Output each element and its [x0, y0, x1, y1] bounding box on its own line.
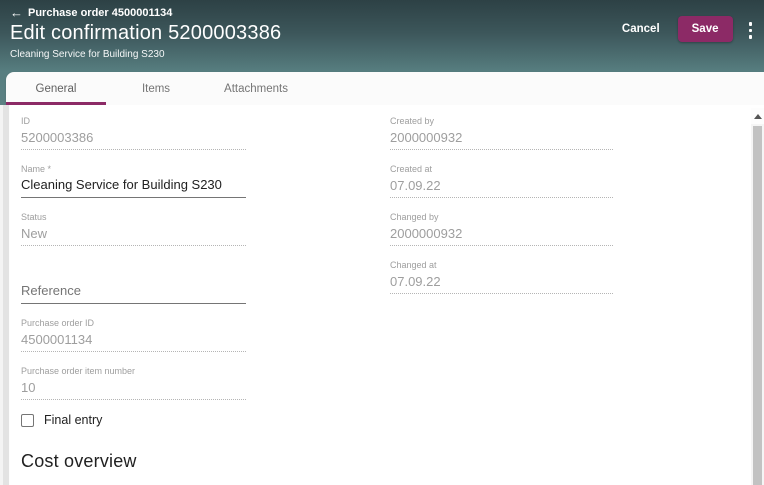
- back-arrow-icon: ←: [10, 6, 23, 19]
- header-titles: ← Purchase order 4500001134 Edit confirm…: [10, 6, 281, 72]
- reference-field: [21, 268, 246, 304]
- changed-at-value: 07.09.22: [390, 272, 613, 293]
- id-field-label: ID: [21, 115, 246, 128]
- scroll-up-button[interactable]: [751, 108, 764, 124]
- tab-general[interactable]: General: [6, 72, 106, 105]
- tab-items-label: Items: [142, 83, 170, 95]
- final-entry-checkbox[interactable]: [21, 414, 34, 427]
- created-by-field: Created by 2000000932: [390, 115, 613, 150]
- tab-items[interactable]: Items: [106, 72, 206, 105]
- created-at-value: 07.09.22: [390, 176, 613, 197]
- name-input[interactable]: [21, 176, 246, 197]
- purchase-order-id-field: Purchase order ID 4500001134: [21, 317, 246, 352]
- general-form-panel: ID 5200003386 Name * Status New: [10, 105, 764, 485]
- id-field-value: 5200003386: [21, 128, 246, 149]
- tab-attachments[interactable]: Attachments: [206, 72, 306, 105]
- app-window: ← Purchase order 4500001134 Edit confirm…: [0, 0, 764, 485]
- final-entry-label: Final entry: [44, 413, 102, 427]
- purchase-order-item-number-field: Purchase order item number 10: [21, 365, 246, 400]
- back-nav[interactable]: ← Purchase order 4500001134: [10, 6, 281, 19]
- form-column-left: ID 5200003386 Name * Status New: [21, 115, 246, 485]
- name-field-label: Name *: [21, 163, 246, 176]
- changed-at-field: Changed at 07.09.22: [390, 259, 613, 294]
- content-area: ID 5200003386 Name * Status New: [0, 105, 764, 485]
- vertical-scrollbar[interactable]: [751, 108, 764, 485]
- header-actions: Cancel Save: [618, 6, 754, 72]
- purchase-order-id-label: Purchase order ID: [21, 317, 246, 330]
- scrollbar-thumb[interactable]: [753, 126, 762, 485]
- save-button[interactable]: Save: [678, 16, 733, 42]
- created-at-label: Created at: [390, 163, 613, 176]
- cancel-button[interactable]: Cancel: [618, 16, 664, 42]
- tabbar-background: General Items Attachments: [0, 72, 764, 105]
- id-field: ID 5200003386: [21, 115, 246, 150]
- created-at-field: Created at 07.09.22: [390, 163, 613, 198]
- purchase-order-item-number-value: 10: [21, 378, 246, 399]
- page-header: ← Purchase order 4500001134 Edit confirm…: [0, 0, 764, 72]
- tab-attachments-label: Attachments: [224, 83, 288, 95]
- status-field-label: Status: [21, 211, 246, 224]
- tabbar: General Items Attachments: [6, 72, 764, 105]
- status-field: Status New: [21, 211, 246, 246]
- changed-by-field: Changed by 2000000932: [390, 211, 613, 246]
- scroll-up-icon: [754, 114, 762, 119]
- overflow-menu-icon[interactable]: [747, 18, 755, 43]
- back-nav-label: Purchase order 4500001134: [28, 7, 172, 19]
- changed-at-label: Changed at: [390, 259, 613, 272]
- form-column-right: Created by 2000000932 Created at 07.09.2…: [390, 115, 613, 485]
- created-by-value: 2000000932: [390, 128, 613, 149]
- status-field-value: New: [21, 224, 246, 245]
- purchase-order-item-number-label: Purchase order item number: [21, 365, 246, 378]
- page-subtitle: Cleaning Service for Building S230: [10, 49, 281, 60]
- purchase-order-id-value: 4500001134: [21, 330, 246, 351]
- cost-overview-heading: Cost overview: [21, 451, 246, 472]
- final-entry-checkbox-row[interactable]: Final entry: [21, 413, 246, 427]
- reference-input[interactable]: [21, 282, 246, 303]
- changed-by-label: Changed by: [390, 211, 613, 224]
- page-title: Edit confirmation 5200003386: [10, 22, 281, 45]
- tab-general-label: General: [36, 83, 77, 95]
- changed-by-value: 2000000932: [390, 224, 613, 245]
- left-gutter: [0, 105, 10, 485]
- name-field: Name *: [21, 163, 246, 198]
- form-grid: ID 5200003386 Name * Status New: [21, 115, 764, 485]
- created-by-label: Created by: [390, 115, 613, 128]
